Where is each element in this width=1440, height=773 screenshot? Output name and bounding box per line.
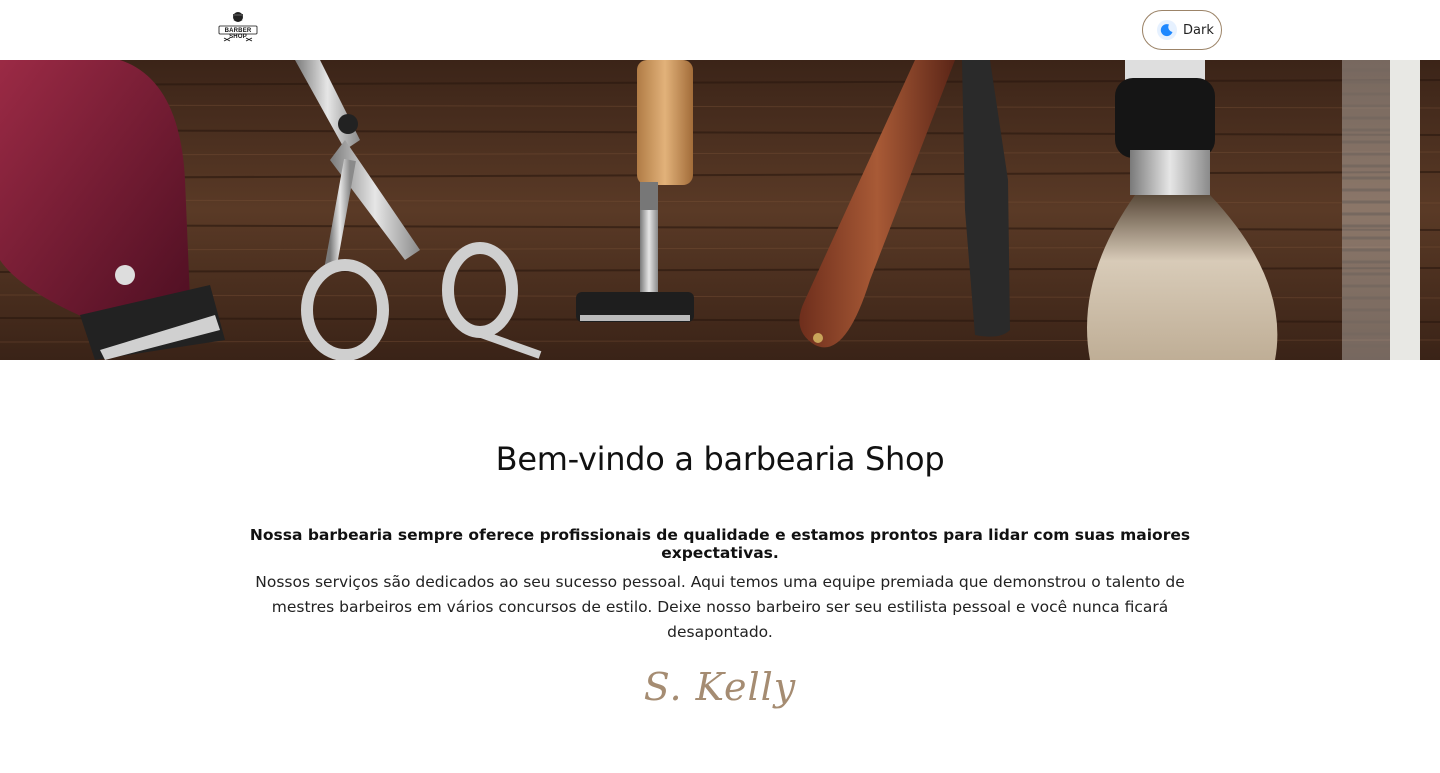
- logo-text: BARBER SHOP: [224, 28, 252, 40]
- hero-banner: [0, 60, 1440, 360]
- comb-icon: [1342, 60, 1420, 360]
- logo[interactable]: BARBER SHOP: [216, 10, 260, 46]
- body-paragraph: Nossos serviços são dedicados ao seu suc…: [255, 573, 1185, 641]
- theme-toggle-label: Dark: [1183, 22, 1214, 38]
- moon-icon: [1157, 20, 1177, 40]
- page-title: Bem-vindo a barbearia Shop: [495, 440, 945, 478]
- lead-paragraph: Nossa barbearia sempre oferece profissio…: [249, 526, 1191, 562]
- theme-toggle-button[interactable]: Dark: [1142, 10, 1222, 50]
- signature: S. Kelly: [643, 665, 797, 709]
- site-header: BARBER SHOP Dark: [0, 0, 1440, 60]
- hero-image: [0, 60, 1440, 360]
